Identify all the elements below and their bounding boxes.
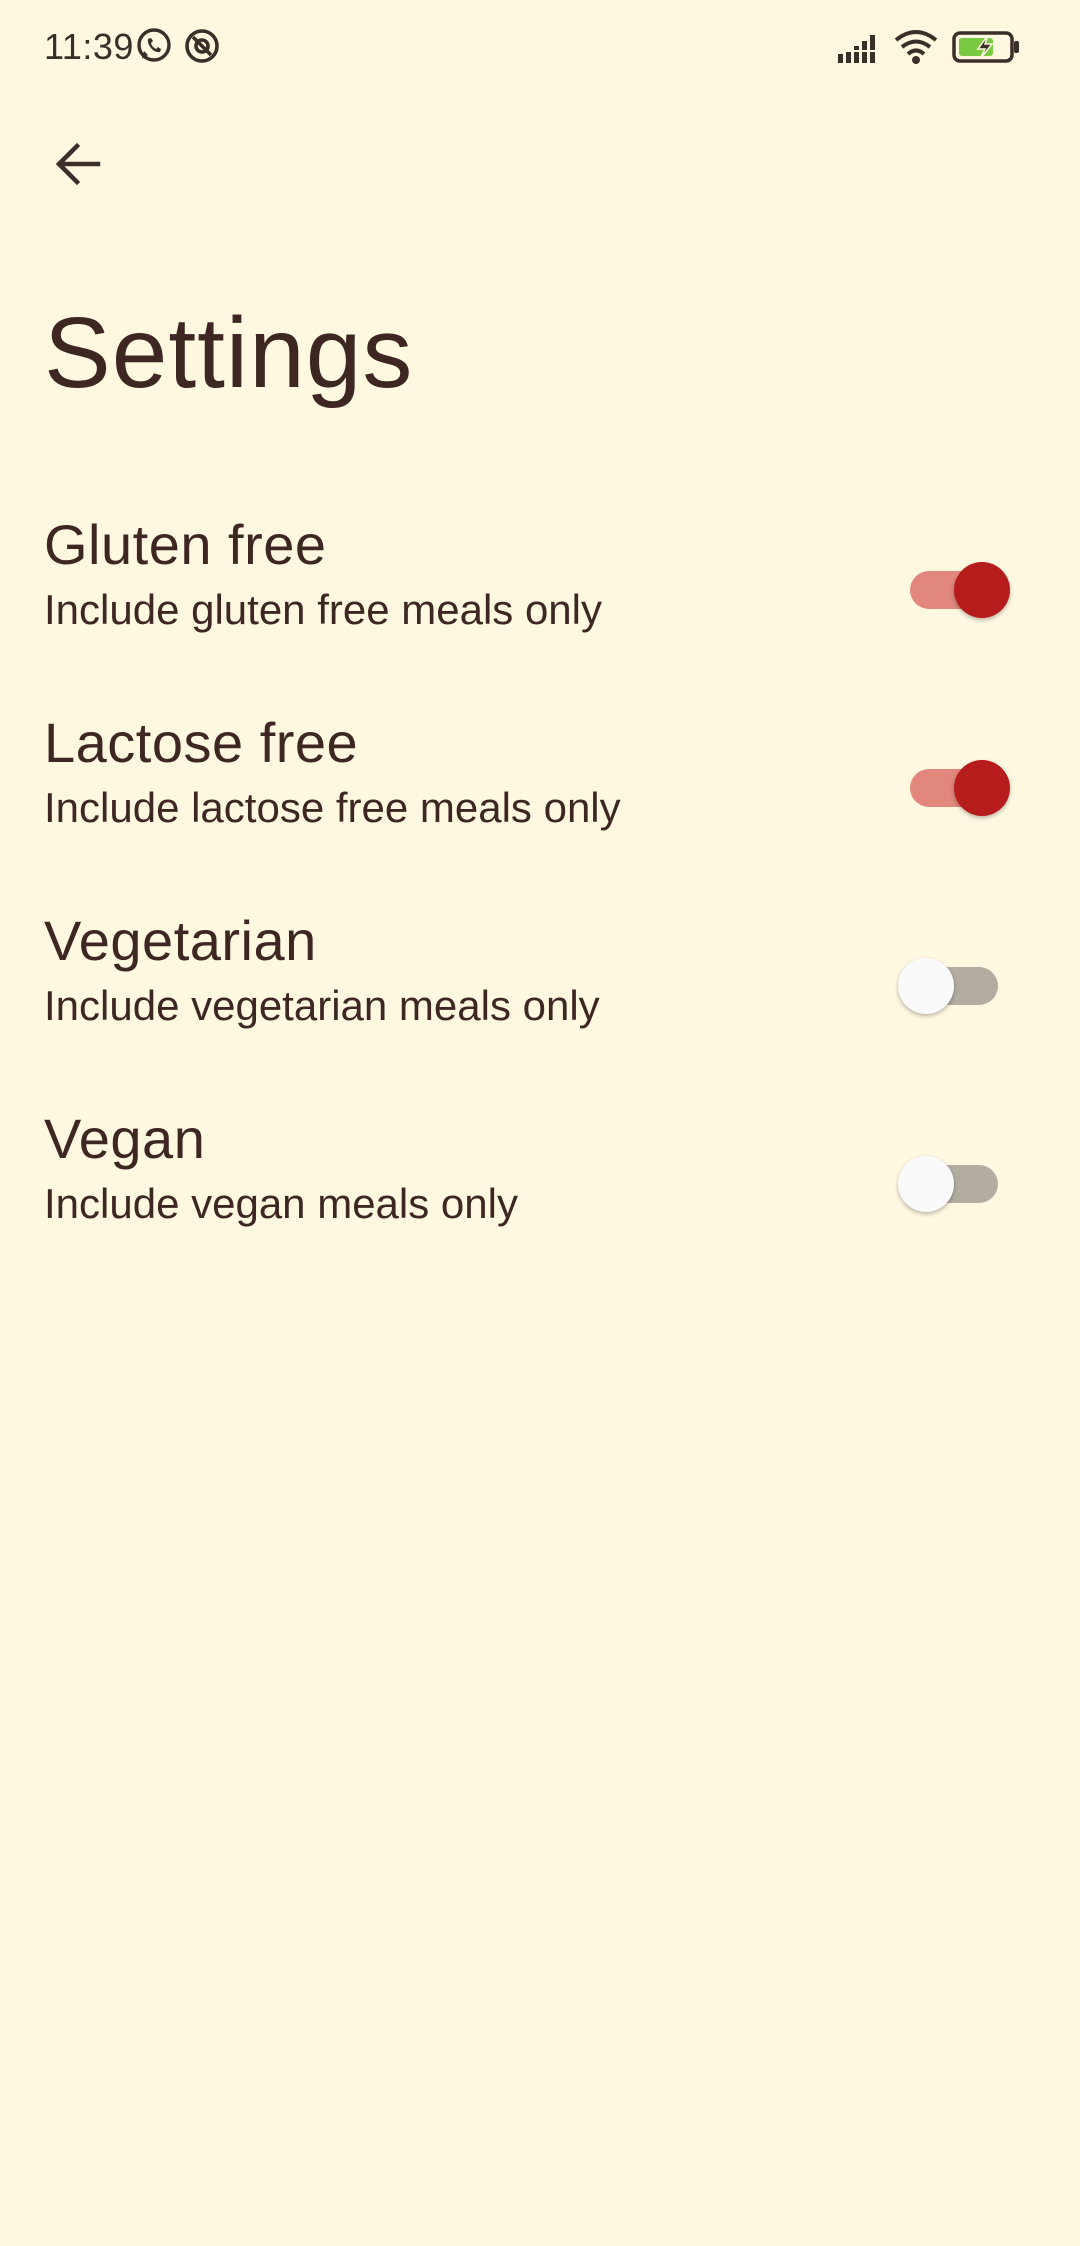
setting-subtitle: Include vegan meals only <box>44 1180 518 1227</box>
setting-row-vegetarian[interactable]: Vegetarian Include vegetarian meals only <box>0 898 1080 1096</box>
switch-thumb <box>898 1156 954 1212</box>
status-time: 11:39 <box>44 26 134 67</box>
setting-row-lactose-free[interactable]: Lactose free Include lactose free meals … <box>0 700 1080 898</box>
at-sign-icon <box>185 29 219 63</box>
battery-charging-icon <box>952 31 1019 63</box>
gluten-free-switch[interactable] <box>898 552 1010 618</box>
setting-row-gluten-free[interactable]: Gluten free Include gluten free meals on… <box>0 502 1080 700</box>
arrow-left-icon <box>55 142 101 186</box>
setting-subtitle: Include vegetarian meals only <box>44 982 600 1029</box>
settings-list: Gluten free Include gluten free meals on… <box>0 502 1080 1294</box>
back-button[interactable] <box>40 126 116 202</box>
switch-thumb <box>954 760 1010 816</box>
status-bar: 11:39 <box>0 0 1080 96</box>
vegetarian-switch[interactable] <box>898 948 1010 1014</box>
setting-title: Vegan <box>44 1107 206 1170</box>
setting-title: Lactose free <box>44 711 359 774</box>
switch-thumb <box>954 562 1010 618</box>
setting-title: Vegetarian <box>44 909 317 972</box>
switch-thumb <box>898 958 954 1014</box>
setting-title: Gluten free <box>44 513 327 576</box>
wifi-icon <box>894 30 938 64</box>
whatsapp-icon <box>137 28 171 62</box>
setting-row-vegan[interactable]: Vegan Include vegan meals only <box>0 1096 1080 1294</box>
setting-subtitle: Include lactose free meals only <box>44 784 621 831</box>
setting-subtitle: Include gluten free meals only <box>44 586 602 633</box>
page-title: Settings <box>44 297 414 409</box>
signal-icon <box>836 35 878 63</box>
lactose-free-switch[interactable] <box>898 750 1010 816</box>
vegan-switch[interactable] <box>898 1146 1010 1212</box>
